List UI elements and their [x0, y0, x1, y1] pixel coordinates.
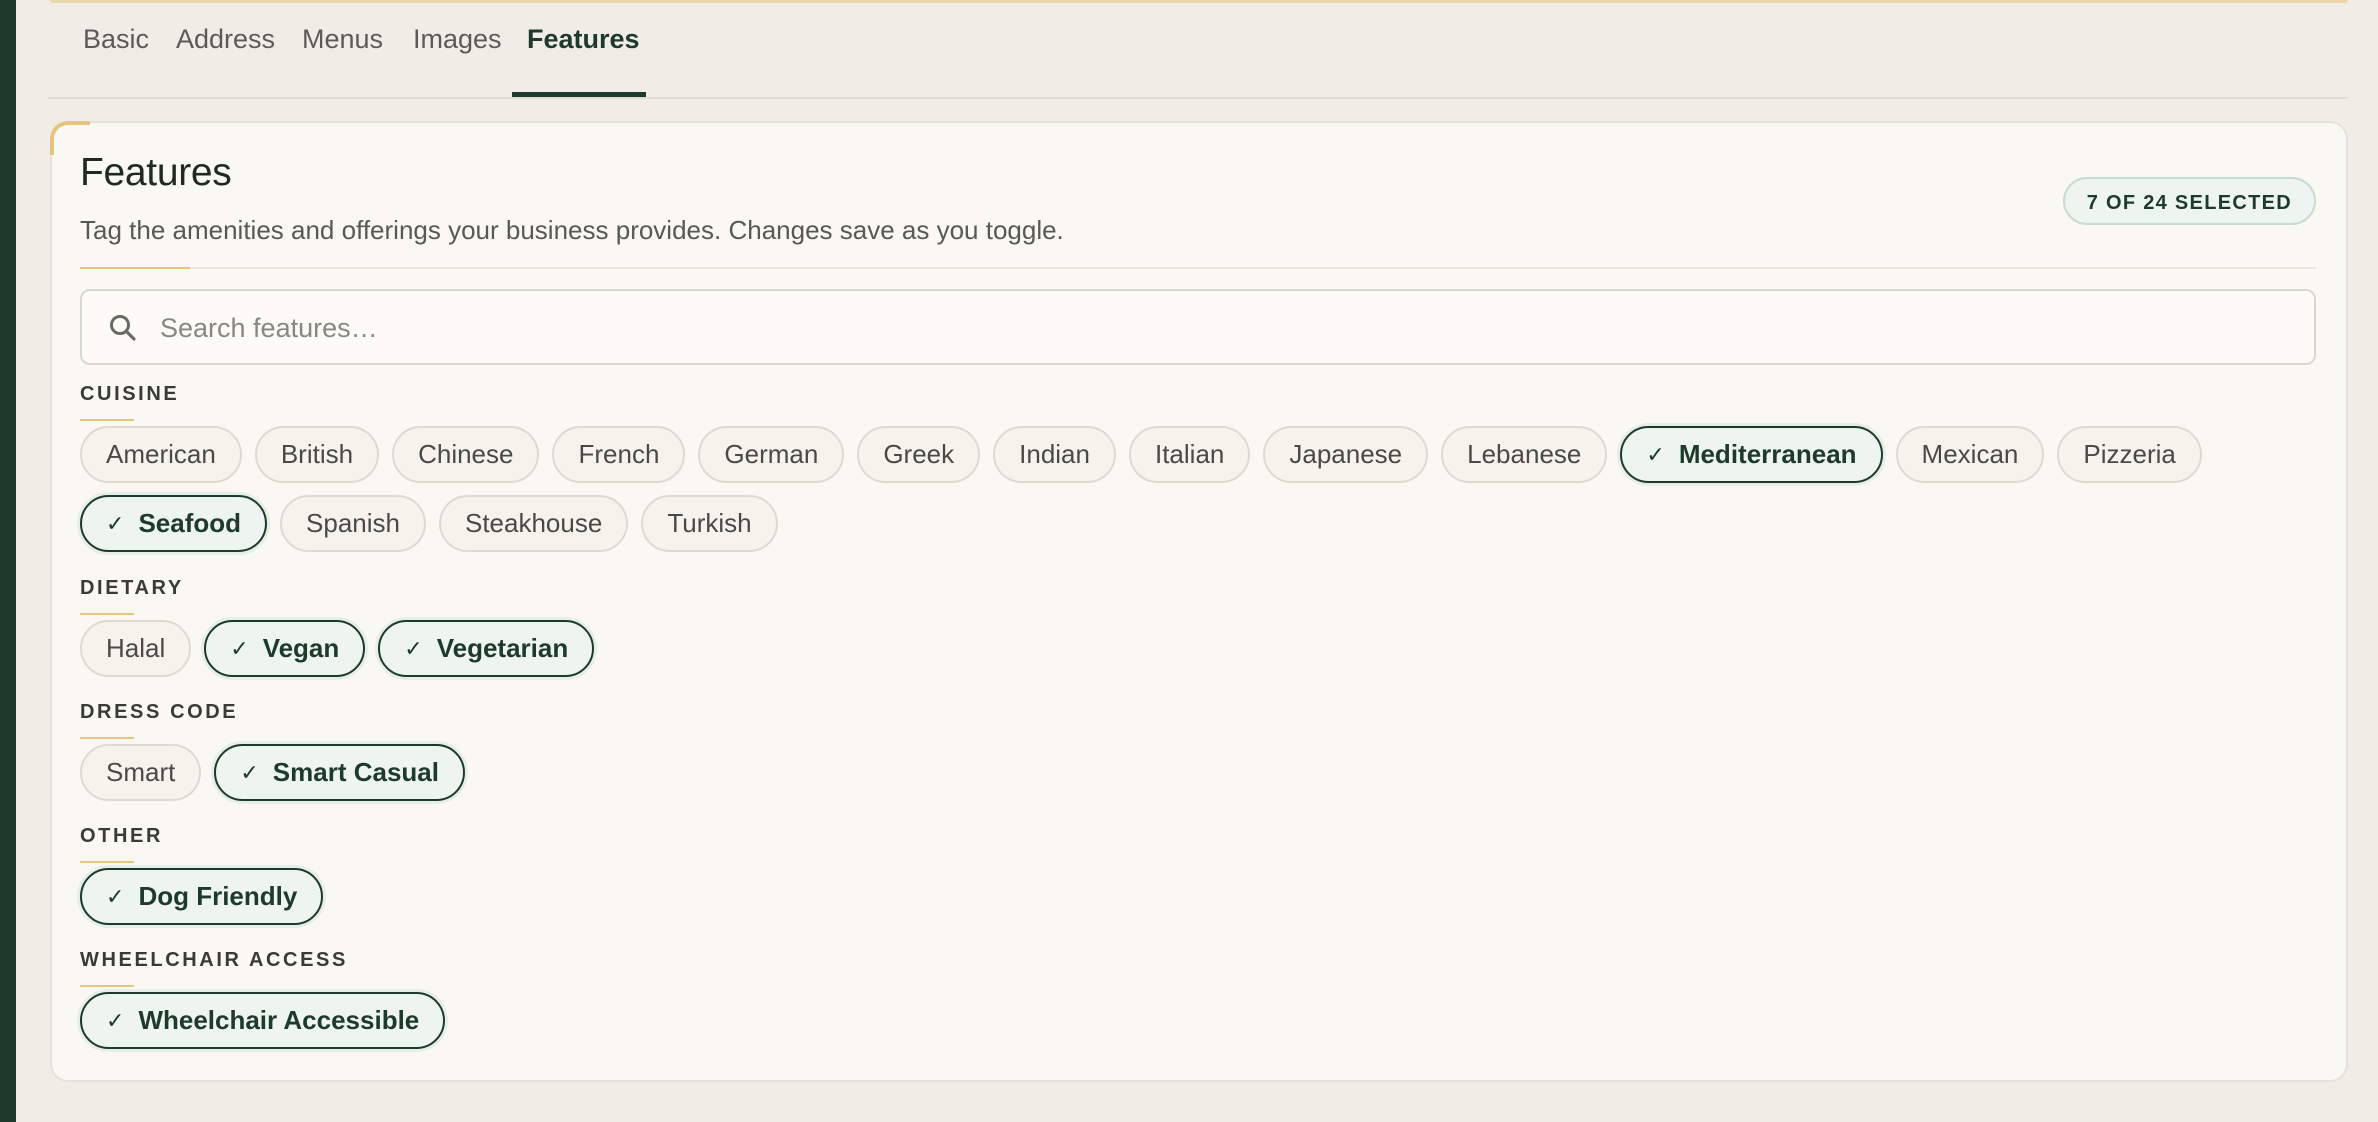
- feature-chip-halal[interactable]: Halal: [80, 620, 192, 677]
- feature-chip-german[interactable]: German: [698, 426, 845, 483]
- check-icon: ✓: [404, 635, 423, 661]
- chip-label: Italian: [1154, 439, 1225, 469]
- feature-chip-vegetarian[interactable]: ✓ Vegetarian: [378, 620, 595, 677]
- chip-row-wheelchair-access: ✓ Wheelchair Accessible: [80, 992, 2320, 1049]
- chip-label: Vegetarian: [436, 633, 569, 663]
- feature-chip-indian[interactable]: Indian: [993, 426, 1116, 483]
- chip-label: Steakhouse: [464, 508, 603, 538]
- tab-bar: Basic Address Menus Images Features: [48, 0, 2348, 99]
- card-subtitle: Tag the amenities and offerings your bus…: [80, 215, 1064, 245]
- feature-chip-chinese[interactable]: Chinese: [392, 426, 540, 483]
- feature-chip-vegan[interactable]: ✓ Vegan: [204, 620, 366, 677]
- group-label-dress-code: DRESS CODE: [80, 701, 239, 739]
- header-divider: [80, 267, 2316, 269]
- selected-count-badge: 7 OF 24 SELECTED: [2062, 177, 2316, 225]
- feature-chip-italian[interactable]: Italian: [1128, 426, 1251, 483]
- group-label-dietary: DIETARY: [80, 577, 184, 615]
- feature-chip-american[interactable]: American: [80, 426, 242, 483]
- search-box: [80, 289, 2316, 365]
- chip-row-cuisine: American British Chinese French German Greek I…: [80, 426, 2320, 552]
- chip-label: Smart: [106, 757, 176, 787]
- chip-label: German: [724, 439, 819, 469]
- card-corner-accent: [50, 121, 90, 155]
- feature-chip-seafood[interactable]: ✓ Seafood: [80, 495, 268, 552]
- feature-chip-wheelchair-accessible[interactable]: ✓ Wheelchair Accessible: [80, 992, 446, 1049]
- feature-chip-smart-casual[interactable]: ✓ Smart Casual: [214, 744, 465, 801]
- left-rail: [0, 0, 16, 1122]
- check-icon: ✓: [106, 883, 125, 909]
- group-label-wheelchair-access: WHEELCHAIR ACCESS: [80, 949, 348, 987]
- feature-chip-mediterranean[interactable]: ✓ Mediterranean: [1620, 426, 1883, 483]
- active-tab-indicator: [512, 92, 646, 97]
- chip-label: Vegan: [262, 633, 340, 663]
- check-icon: ✓: [240, 759, 259, 785]
- feature-chip-dog-friendly[interactable]: ✓ Dog Friendly: [80, 868, 324, 925]
- check-icon: ✓: [106, 1007, 125, 1033]
- chip-label: Turkish: [667, 508, 752, 538]
- chip-row-other: ✓ Dog Friendly: [80, 868, 2320, 925]
- chip-label: Seafood: [138, 508, 242, 538]
- chip-label: French: [578, 439, 660, 469]
- chip-label: Chinese: [418, 439, 514, 469]
- search-input[interactable]: [158, 291, 2282, 365]
- chip-label: Dog Friendly: [138, 881, 298, 911]
- feature-chip-turkish[interactable]: Turkish: [641, 495, 778, 552]
- feature-chip-spanish[interactable]: Spanish: [280, 495, 426, 552]
- feature-chip-british[interactable]: British: [254, 426, 380, 483]
- feature-chip-steakhouse[interactable]: Steakhouse: [438, 495, 629, 552]
- chip-label: Lebanese: [1467, 439, 1582, 469]
- check-icon: ✓: [1646, 441, 1665, 467]
- group-label-cuisine: CUISINE: [80, 383, 180, 421]
- tab-menus[interactable]: Menus: [302, 18, 383, 60]
- check-icon: ✓: [230, 635, 249, 661]
- search-icon: [110, 315, 136, 341]
- chip-row-dress-code: Smart ✓ Smart Casual: [80, 744, 2320, 801]
- chip-label: Mediterranean: [1678, 439, 1857, 469]
- card-title: Features: [80, 151, 232, 194]
- chip-label: British: [280, 439, 354, 469]
- chip-label: Greek: [883, 439, 955, 469]
- group-label-other: OTHER: [80, 825, 163, 863]
- chip-label: Halal: [106, 633, 166, 663]
- header-divider-accent: [80, 267, 190, 269]
- chip-label: Japanese: [1289, 439, 1403, 469]
- chip-row-dietary: Halal ✓ Vegan ✓ Vegetarian: [80, 620, 2320, 677]
- features-card: Features Tag the amenities and offerings…: [50, 121, 2348, 1082]
- tab-features[interactable]: Features: [527, 18, 640, 60]
- feature-chip-pizzeria[interactable]: Pizzeria: [2057, 426, 2202, 483]
- tab-address[interactable]: Address: [176, 18, 275, 60]
- chip-label: Spanish: [306, 508, 400, 538]
- chip-label: Smart Casual: [272, 757, 439, 787]
- feature-chip-smart[interactable]: Smart: [80, 744, 202, 801]
- check-icon: ✓: [106, 510, 125, 536]
- feature-chip-lebanese[interactable]: Lebanese: [1441, 426, 1608, 483]
- tab-basic[interactable]: Basic: [83, 18, 149, 60]
- feature-chip-french[interactable]: French: [552, 426, 686, 483]
- feature-chip-mexican[interactable]: Mexican: [1895, 426, 2045, 483]
- feature-chip-greek[interactable]: Greek: [857, 426, 981, 483]
- chip-label: Mexican: [1921, 439, 2019, 469]
- chip-label: Wheelchair Accessible: [138, 1005, 420, 1035]
- chip-label: Pizzeria: [2083, 439, 2176, 469]
- tab-images[interactable]: Images: [413, 18, 502, 60]
- feature-chip-japanese[interactable]: Japanese: [1263, 426, 1429, 483]
- chip-label: Indian: [1019, 439, 1090, 469]
- chip-label: American: [106, 439, 216, 469]
